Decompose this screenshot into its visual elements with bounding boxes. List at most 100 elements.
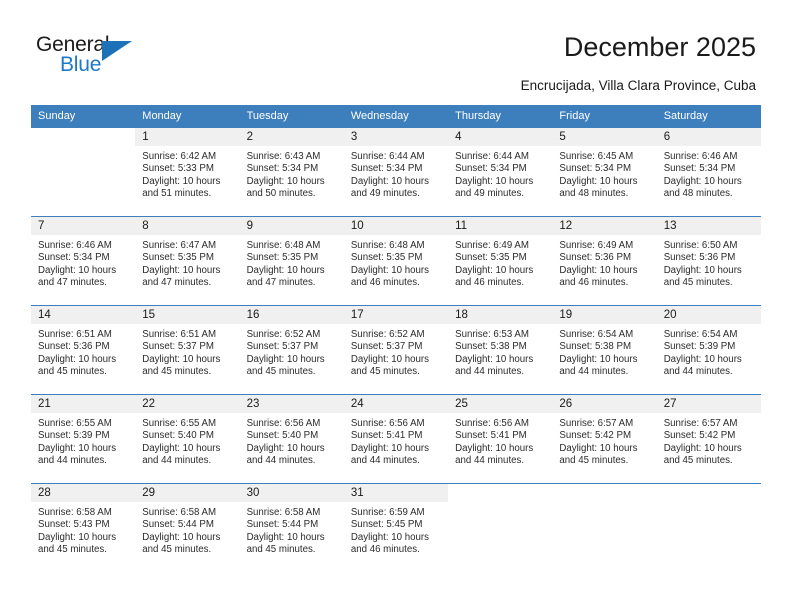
- sunset-time: Sunset: 5:42 PM: [559, 430, 632, 442]
- calendar-day-cell-empty: [31, 127, 136, 217]
- daylight-duration-line2: and 47 minutes.: [246, 276, 316, 288]
- daylight-duration-line1: Daylight: 10 hours: [38, 531, 117, 543]
- calendar-day-cell[interactable]: 11 Sunrise: 6:49 AM Sunset: 5:35 PM Dayligh…: [448, 216, 553, 306]
- sunset-time: Sunset: 5:40 PM: [142, 430, 214, 442]
- weekday-header-tuesday: Tuesday: [239, 105, 344, 128]
- calendar-day-cell[interactable]: 4 Sunrise: 6:44 AM Sunset: 5:34 PM Daylight…: [448, 127, 553, 217]
- day-sun-info: Sunrise: 6:52 AM Sunset: 5:37 PM Daylight:…: [240, 324, 344, 378]
- calendar-day-cell[interactable]: 14 Sunrise: 6:51 AM Sunset: 5:36 PM Dayligh…: [31, 305, 136, 395]
- daylight-duration-line1: Daylight: 10 hours: [350, 442, 429, 454]
- sunrise-time: Sunrise: 6:54 AM: [663, 329, 738, 340]
- daylight-duration-line2: and 46 minutes.: [559, 276, 629, 288]
- day-number: 13: [656, 217, 761, 235]
- calendar-day-cell[interactable]: 27 Sunrise: 6:57 AM Sunset: 5:42 PM Dayligh…: [656, 394, 761, 484]
- daylight-duration-line1: Daylight: 10 hours: [38, 264, 117, 276]
- page-title: December 2025: [563, 32, 756, 62]
- daylight-duration-line2: and 51 minutes.: [142, 187, 212, 199]
- calendar-day-cell[interactable]: 29 Sunrise: 6:58 AM Sunset: 5:44 PM Dayligh…: [135, 483, 240, 573]
- day-number: 12: [552, 217, 657, 235]
- calendar-day-cell[interactable]: 2 Sunrise: 6:43 AM Sunset: 5:34 PM Daylight…: [239, 127, 344, 217]
- sunset-time: Sunset: 5:44 PM: [142, 519, 214, 531]
- daylight-duration-line2: and 50 minutes.: [246, 187, 316, 199]
- weekday-header-row: Sunday Monday Tuesday Wednesday Thursday…: [31, 105, 761, 128]
- calendar-day-cell[interactable]: 16 Sunrise: 6:52 AM Sunset: 5:37 PM Dayligh…: [239, 305, 344, 395]
- day-sun-info: Sunrise: 6:55 AM Sunset: 5:40 PM Daylight:…: [135, 413, 239, 467]
- calendar-day-cell[interactable]: 25 Sunrise: 6:56 AM Sunset: 5:41 PM Dayligh…: [448, 394, 553, 484]
- daylight-duration-line1: Daylight: 10 hours: [455, 353, 534, 365]
- day-sun-info: Sunrise: 6:54 AM Sunset: 5:38 PM Daylight:…: [552, 324, 656, 378]
- daylight-duration-line1: Daylight: 10 hours: [663, 264, 742, 276]
- day-number: 5: [552, 128, 657, 146]
- daylight-duration-line2: and 46 minutes.: [350, 543, 420, 555]
- day-sun-info: Sunrise: 6:57 AM Sunset: 5:42 PM Daylight:…: [552, 413, 656, 467]
- calendar-day-cell[interactable]: 22 Sunrise: 6:55 AM Sunset: 5:40 PM Dayligh…: [135, 394, 240, 484]
- sunrise-time: Sunrise: 6:55 AM: [38, 418, 112, 429]
- calendar-day-cell[interactable]: 3 Sunrise: 6:44 AM Sunset: 5:34 PM Daylight…: [343, 127, 449, 217]
- calendar-week-row: 21 Sunrise: 6:55 AM Sunset: 5:39 PM Dayligh…: [31, 394, 761, 484]
- sunset-time: Sunset: 5:34 PM: [663, 163, 736, 175]
- day-sun-info: Sunrise: 6:55 AM Sunset: 5:39 PM Daylight:…: [31, 413, 135, 467]
- calendar-day-cell[interactable]: 20 Sunrise: 6:54 AM Sunset: 5:39 PM Dayligh…: [656, 305, 761, 395]
- calendar-day-cell[interactable]: 10 Sunrise: 6:48 AM Sunset: 5:35 PM Dayligh…: [343, 216, 449, 306]
- calendar-day-cell[interactable]: 12 Sunrise: 6:49 AM Sunset: 5:36 PM Dayligh…: [552, 216, 657, 306]
- sunrise-time: Sunrise: 6:58 AM: [142, 507, 217, 518]
- calendar-day-cell[interactable]: 28 Sunrise: 6:58 AM Sunset: 5:43 PM Dayligh…: [31, 483, 136, 573]
- sunrise-time: Sunrise: 6:48 AM: [350, 240, 425, 251]
- day-sun-info: Sunrise: 6:43 AM Sunset: 5:34 PM Daylight:…: [240, 146, 344, 200]
- calendar-day-cell[interactable]: 30 Sunrise: 6:58 AM Sunset: 5:44 PM Dayligh…: [239, 483, 344, 573]
- daylight-duration-line1: Daylight: 10 hours: [142, 353, 221, 365]
- daylight-duration-line2: and 44 minutes.: [246, 454, 316, 466]
- calendar-day-cell[interactable]: 17 Sunrise: 6:52 AM Sunset: 5:37 PM Dayligh…: [343, 305, 449, 395]
- sunset-time: Sunset: 5:37 PM: [142, 341, 214, 353]
- calendar-day-cell[interactable]: 8 Sunrise: 6:47 AM Sunset: 5:35 PM Daylight…: [135, 216, 240, 306]
- weekday-header-sunday: Sunday: [31, 105, 136, 128]
- calendar-day-cell[interactable]: 21 Sunrise: 6:55 AM Sunset: 5:39 PM Dayligh…: [31, 394, 136, 484]
- day-sun-info: Sunrise: 6:47 AM Sunset: 5:35 PM Daylight:…: [135, 235, 239, 289]
- calendar-day-cell[interactable]: 9 Sunrise: 6:48 AM Sunset: 5:35 PM Daylight…: [239, 216, 344, 306]
- calendar-day-cell[interactable]: 5 Sunrise: 6:45 AM Sunset: 5:34 PM Daylight…: [552, 127, 657, 217]
- sunrise-time: Sunrise: 6:56 AM: [350, 418, 425, 429]
- calendar-day-cell[interactable]: 26 Sunrise: 6:57 AM Sunset: 5:42 PM Dayligh…: [552, 394, 657, 484]
- daylight-duration-line2: and 44 minutes.: [455, 454, 525, 466]
- calendar-day-cell[interactable]: 31 Sunrise: 6:59 AM Sunset: 5:45 PM Dayligh…: [343, 483, 449, 573]
- sunset-time: Sunset: 5:35 PM: [246, 252, 319, 264]
- day-sun-info: Sunrise: 6:42 AM Sunset: 5:33 PM Daylight:…: [135, 146, 239, 200]
- day-sun-info: Sunrise: 6:59 AM Sunset: 5:45 PM Daylight:…: [344, 502, 448, 556]
- day-number: 3: [343, 128, 449, 146]
- weekday-header-saturday: Saturday: [656, 105, 761, 128]
- daylight-duration-line1: Daylight: 10 hours: [350, 353, 429, 365]
- sunset-time: Sunset: 5:41 PM: [350, 430, 423, 442]
- calendar-day-cell[interactable]: 1 Sunrise: 6:42 AM Sunset: 5:33 PM Daylight…: [135, 127, 240, 217]
- calendar-day-cell[interactable]: 13 Sunrise: 6:50 AM Sunset: 5:36 PM Dayligh…: [656, 216, 761, 306]
- sunset-time: Sunset: 5:42 PM: [663, 430, 736, 442]
- calendar-day-cell[interactable]: 19 Sunrise: 6:54 AM Sunset: 5:38 PM Dayligh…: [552, 305, 657, 395]
- day-sun-info: Sunrise: 6:44 AM Sunset: 5:34 PM Daylight:…: [344, 146, 448, 200]
- calendar-day-cell[interactable]: 7 Sunrise: 6:46 AM Sunset: 5:34 PM Daylight…: [31, 216, 136, 306]
- sunset-time: Sunset: 5:41 PM: [455, 430, 527, 442]
- daylight-duration-line2: and 45 minutes.: [663, 454, 733, 466]
- calendar-day-cell[interactable]: 15 Sunrise: 6:51 AM Sunset: 5:37 PM Dayligh…: [135, 305, 240, 395]
- calendar-day-cell[interactable]: 24 Sunrise: 6:56 AM Sunset: 5:41 PM Dayligh…: [343, 394, 449, 484]
- day-number: 4: [448, 128, 553, 146]
- sunrise-time: Sunrise: 6:54 AM: [559, 329, 634, 340]
- weekday-header-friday: Friday: [552, 105, 657, 128]
- daylight-duration-line1: Daylight: 10 hours: [663, 353, 742, 365]
- sunset-time: Sunset: 5:39 PM: [663, 341, 736, 353]
- calendar-day-cell[interactable]: 18 Sunrise: 6:53 AM Sunset: 5:38 PM Dayligh…: [448, 305, 553, 395]
- daylight-duration-line1: Daylight: 10 hours: [455, 175, 534, 187]
- general-blue-logo[interactable]: General Blue: [36, 33, 156, 83]
- sunset-time: Sunset: 5:35 PM: [455, 252, 527, 264]
- daylight-duration-line1: Daylight: 10 hours: [559, 175, 638, 187]
- daylight-duration-line1: Daylight: 10 hours: [350, 531, 429, 543]
- day-number: 17: [343, 306, 449, 324]
- daylight-duration-line1: Daylight: 10 hours: [559, 353, 638, 365]
- daylight-duration-line1: Daylight: 10 hours: [559, 264, 638, 276]
- daylight-duration-line2: and 44 minutes.: [455, 365, 525, 377]
- day-sun-info: Sunrise: 6:53 AM Sunset: 5:38 PM Daylight:…: [448, 324, 552, 378]
- day-number: 26: [552, 395, 657, 413]
- sunset-time: Sunset: 5:36 PM: [559, 252, 632, 264]
- calendar-day-cell[interactable]: 23 Sunrise: 6:56 AM Sunset: 5:40 PM Dayligh…: [239, 394, 344, 484]
- calendar-day-cell[interactable]: 6 Sunrise: 6:46 AM Sunset: 5:34 PM Daylight…: [656, 127, 761, 217]
- sunrise-time: Sunrise: 6:51 AM: [38, 329, 112, 340]
- day-sun-info: Sunrise: 6:44 AM Sunset: 5:34 PM Daylight:…: [448, 146, 552, 200]
